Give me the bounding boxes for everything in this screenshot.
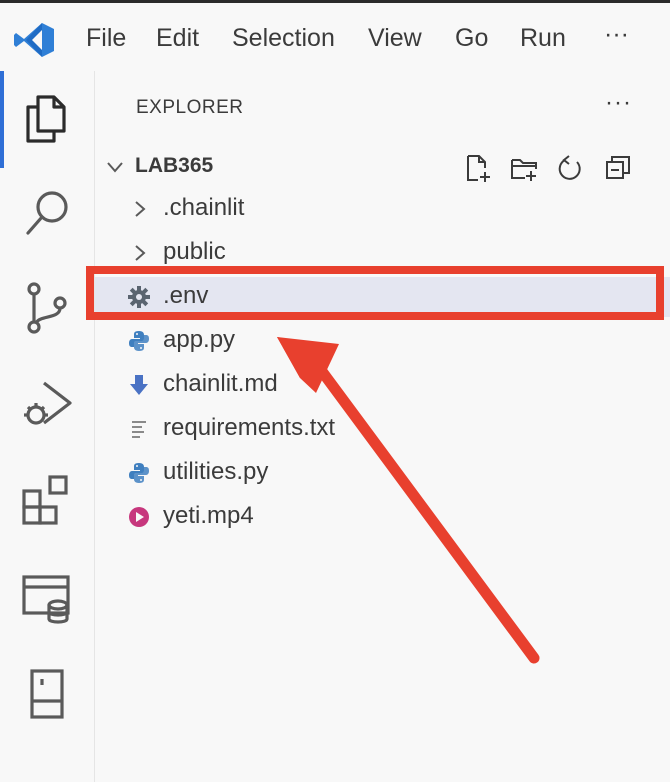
tree-item-label: .env [163, 282, 209, 309]
python-icon [129, 463, 149, 483]
menu-view[interactable]: View [368, 23, 422, 53]
tree-item-label: app.py [163, 326, 236, 353]
explorer-sidebar: EXPLORER ··· LAB365 .chainlit public .en… [95, 71, 670, 782]
menu-run[interactable]: Run [520, 23, 566, 53]
explorer-more-button[interactable]: ··· [605, 89, 632, 117]
chevron-down-icon [107, 162, 123, 173]
remote-database-icon[interactable] [16, 567, 78, 629]
tree-item-public-folder[interactable]: public [95, 233, 670, 273]
menu-go[interactable]: Go [455, 23, 488, 53]
menu-file[interactable]: File [86, 23, 126, 53]
menu-bar: File Edit Selection View Go Run ··· [0, 3, 670, 71]
workspace-root[interactable]: LAB365 [95, 149, 670, 185]
workspace-root-label: LAB365 [135, 154, 214, 177]
source-control-icon[interactable] [16, 277, 78, 339]
tree-item-app-py[interactable]: app.py [95, 321, 670, 361]
tree-item-label: yeti.mp4 [163, 502, 254, 529]
vscode-logo-icon [14, 23, 54, 57]
tree-item-requirements-txt[interactable]: requirements.txt [95, 409, 670, 449]
explorer-icon[interactable] [16, 87, 78, 149]
new-file-icon[interactable] [463, 153, 493, 183]
tree-item-env-file[interactable]: .env [95, 277, 670, 317]
search-icon[interactable] [16, 183, 78, 245]
chevron-right-icon [135, 245, 146, 261]
testing-panel-icon[interactable] [16, 663, 78, 725]
gear-icon [128, 286, 150, 308]
menu-more[interactable]: ··· [604, 19, 629, 49]
vscode-window: File Edit Selection View Go Run ··· EXPL… [0, 0, 670, 782]
python-icon [129, 331, 149, 351]
collapse-all-icon[interactable] [603, 153, 633, 183]
chevron-right-icon [135, 201, 146, 217]
tree-item-chainlit-folder[interactable]: .chainlit [95, 189, 670, 229]
tree-item-utilities-py[interactable]: utilities.py [95, 453, 670, 493]
explorer-title: EXPLORER [136, 97, 244, 118]
activity-bar [0, 71, 95, 782]
menu-edit[interactable]: Edit [156, 23, 199, 53]
tree-item-label: .chainlit [163, 194, 245, 221]
new-folder-icon[interactable] [509, 153, 539, 183]
active-indicator [0, 71, 4, 168]
tree-item-label: chainlit.md [163, 370, 278, 397]
text-file-icon [132, 421, 146, 438]
tree-item-label: public [163, 238, 226, 265]
tree-item-label: utilities.py [163, 458, 269, 485]
refresh-icon[interactable] [555, 153, 585, 183]
extensions-icon[interactable] [16, 469, 78, 531]
markdown-icon [130, 375, 148, 395]
tree-item-chainlit-md[interactable]: chainlit.md [95, 365, 670, 405]
tree-item-yeti-mp4[interactable]: yeti.mp4 [95, 497, 670, 537]
tree-item-label: requirements.txt [163, 414, 336, 441]
menu-selection[interactable]: Selection [232, 23, 335, 53]
video-icon [129, 507, 149, 527]
run-debug-icon[interactable] [16, 373, 78, 435]
